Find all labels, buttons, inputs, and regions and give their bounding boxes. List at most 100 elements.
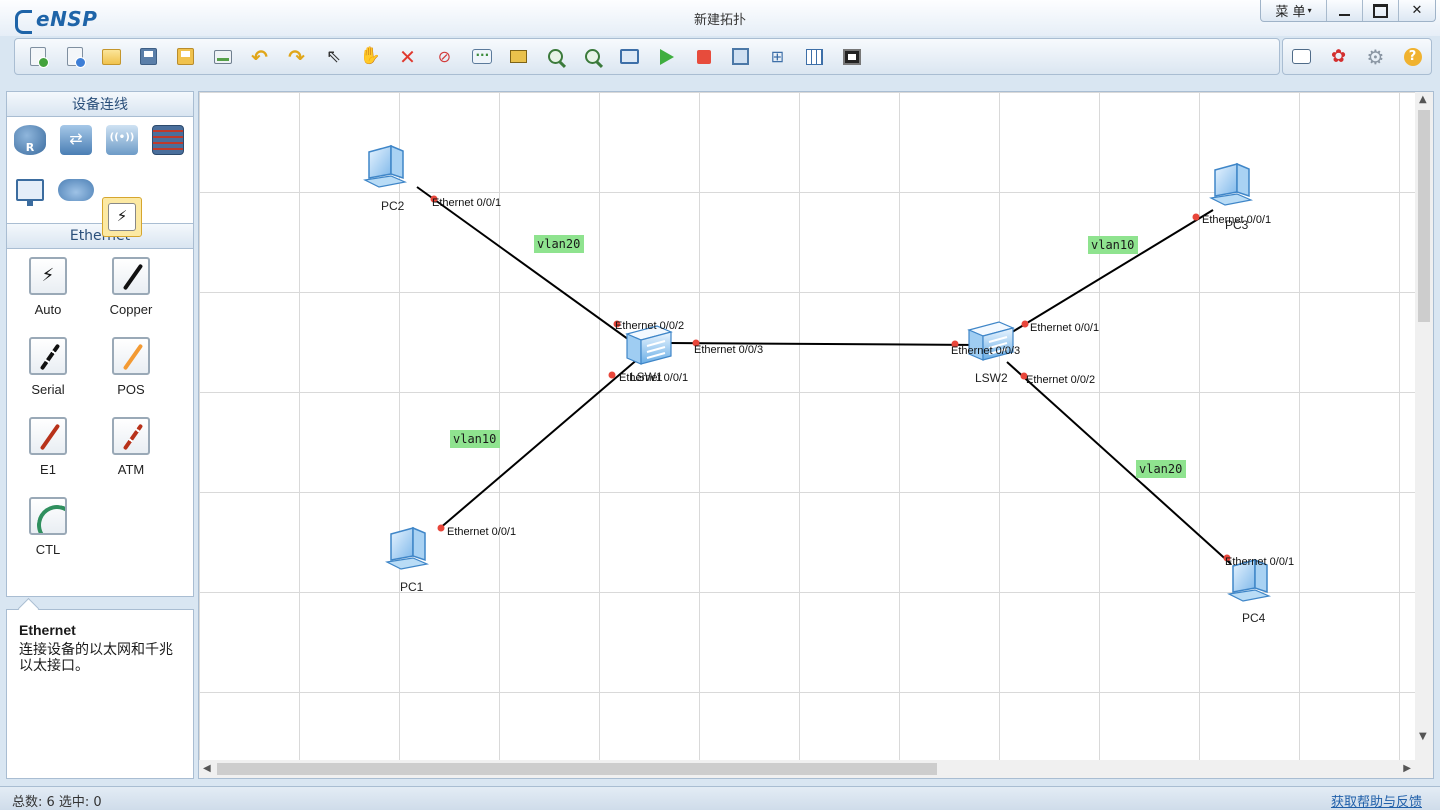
- minimize-button[interactable]: [1327, 0, 1363, 21]
- grid-icon: [806, 48, 823, 65]
- switch-icon: [60, 125, 92, 155]
- connection-pos[interactable]: POS: [101, 337, 161, 409]
- capture-icon: [732, 48, 749, 65]
- scroll-left-icon[interactable]: ◀: [203, 763, 211, 774]
- vertical-scroll-thumb[interactable]: [1418, 110, 1430, 322]
- port-label-lsw2-e1: Ethernet 0/0/1: [1030, 322, 1099, 334]
- connection-serial[interactable]: Serial: [18, 337, 78, 409]
- copper-link-icon: [112, 257, 150, 295]
- new-lab-button[interactable]: [56, 40, 93, 74]
- topology-tree-button[interactable]: ⊞: [759, 40, 796, 74]
- connection-icon: [108, 203, 136, 231]
- zoom-in-button[interactable]: [537, 40, 574, 74]
- connection-ctl[interactable]: CTL: [18, 497, 78, 569]
- zoom-out-button[interactable]: [574, 40, 611, 74]
- serial-link-icon: [29, 337, 67, 375]
- vlan-text: vlan20: [1139, 462, 1182, 476]
- add-text-button[interactable]: [463, 40, 500, 74]
- app-logo: eNSP: [12, 6, 97, 34]
- link-lsw2-pc3[interactable]: [998, 209, 1214, 341]
- play-icon: [659, 48, 674, 65]
- category-router[interactable]: [10, 120, 50, 160]
- category-wlan[interactable]: [102, 120, 142, 160]
- connection-auto[interactable]: ⚡ Auto: [18, 257, 78, 329]
- hand-icon: ✋: [359, 46, 382, 66]
- vlan-text: vlan10: [1091, 238, 1134, 252]
- grid-button[interactable]: [796, 40, 833, 74]
- command-line-button[interactable]: [833, 40, 870, 74]
- connection-e1[interactable]: E1: [18, 417, 78, 489]
- auto-link-icon: ⚡: [29, 257, 67, 295]
- scroll-down-icon[interactable]: ▼: [1419, 731, 1427, 742]
- tree-icon: ⊞: [770, 46, 785, 66]
- firewall-icon: [152, 125, 184, 155]
- new-topology-button[interactable]: [19, 40, 56, 74]
- print-button[interactable]: [204, 40, 241, 74]
- connection-label: ATM: [117, 462, 145, 477]
- port-label-lsw1-e3: Ethernet 0/0/3: [694, 344, 763, 356]
- open-button[interactable]: [93, 40, 130, 74]
- message-button[interactable]: [1283, 40, 1320, 74]
- wlan-icon: [106, 125, 138, 155]
- save-as-button[interactable]: [167, 40, 204, 74]
- category-cloud[interactable]: [56, 170, 96, 210]
- redo-button[interactable]: ↷: [278, 40, 315, 74]
- maximize-button[interactable]: [1363, 0, 1399, 21]
- pc-icon: [16, 179, 44, 206]
- category-connection[interactable]: [102, 197, 142, 237]
- vertical-scrollbar[interactable]: ▲ ▼: [1415, 92, 1433, 762]
- huawei-icon: ✿: [1330, 45, 1347, 67]
- start-devices-button[interactable]: [648, 40, 685, 74]
- scroll-right-icon[interactable]: ▶: [1403, 763, 1411, 774]
- category-firewall[interactable]: [148, 120, 188, 160]
- save-button[interactable]: [130, 40, 167, 74]
- pc1-label: PC1: [400, 580, 424, 594]
- connection-label: Copper: [109, 302, 153, 317]
- description-title: Ethernet: [19, 622, 76, 638]
- vlan-label-pc1-link[interactable]: vlan10: [450, 430, 500, 448]
- pc4-label: PC4: [1242, 611, 1266, 625]
- window-title: 新建拓扑: [693, 13, 746, 28]
- connection-copper[interactable]: Copper: [101, 257, 161, 329]
- fit-view-icon: [620, 49, 639, 64]
- fit-view-button[interactable]: [611, 40, 648, 74]
- vlan-label-pc3-link[interactable]: vlan10: [1088, 236, 1138, 254]
- port-label-pc3: Ethernet 0/0/1: [1202, 214, 1271, 226]
- stop-devices-button[interactable]: [685, 40, 722, 74]
- select-button[interactable]: ⇖: [315, 40, 352, 74]
- cursor-icon: ⇖: [325, 45, 342, 67]
- link-pc2-lsw1[interactable]: [416, 186, 640, 348]
- menu-button[interactable]: 菜 单 ▾: [1261, 0, 1327, 21]
- pc1-node[interactable]: [386, 527, 428, 570]
- pc3-node[interactable]: [1210, 163, 1252, 206]
- pan-button[interactable]: ✋: [352, 40, 389, 74]
- huawei-button[interactable]: ✿: [1320, 40, 1357, 74]
- vlan-label-pc2-link[interactable]: vlan20: [534, 235, 584, 253]
- category-switch[interactable]: [56, 120, 96, 160]
- add-rectangle-button[interactable]: [500, 40, 537, 74]
- delete-links-button[interactable]: ⊘: [426, 40, 463, 74]
- delete-button[interactable]: ✕: [389, 40, 426, 74]
- category-pc[interactable]: [10, 170, 50, 210]
- connection-label: CTL: [35, 542, 61, 557]
- connection-atm[interactable]: ATM: [101, 417, 161, 489]
- erase-links-icon: ⊘: [437, 46, 452, 66]
- vlan-label-pc4-link[interactable]: vlan20: [1136, 460, 1186, 478]
- capture-button[interactable]: [722, 40, 759, 74]
- topology-canvas[interactable]: PC2 PC1 PC3 PC4 LSW1 LSW2 Ethernet 0/0/1…: [199, 92, 1417, 762]
- horizontal-scrollbar[interactable]: ◀ ▶: [199, 760, 1417, 778]
- title-bar: eNSP 新建拓扑 菜 单 ▾ ✕: [0, 0, 1440, 36]
- settings-button[interactable]: ⚙: [1357, 40, 1394, 74]
- undo-button[interactable]: ↶: [241, 40, 278, 74]
- help-feedback-link[interactable]: 获取帮助与反馈: [1331, 791, 1422, 810]
- selection-status: 总数: 6 选中: 0: [12, 795, 102, 810]
- connection-label: E1: [40, 462, 56, 477]
- close-button[interactable]: ✕: [1399, 0, 1435, 21]
- pc2-node[interactable]: [364, 145, 406, 188]
- device-panel: 设备连线 Ethernet ⚡ Auto Copper Serial POS E…: [6, 91, 194, 779]
- link-lsw2-pc4[interactable]: [1006, 361, 1232, 565]
- scroll-up-icon[interactable]: ▲: [1419, 94, 1427, 105]
- save-as-icon: [177, 48, 194, 65]
- horizontal-scroll-thumb[interactable]: [217, 763, 937, 775]
- help-button[interactable]: ?: [1394, 40, 1431, 74]
